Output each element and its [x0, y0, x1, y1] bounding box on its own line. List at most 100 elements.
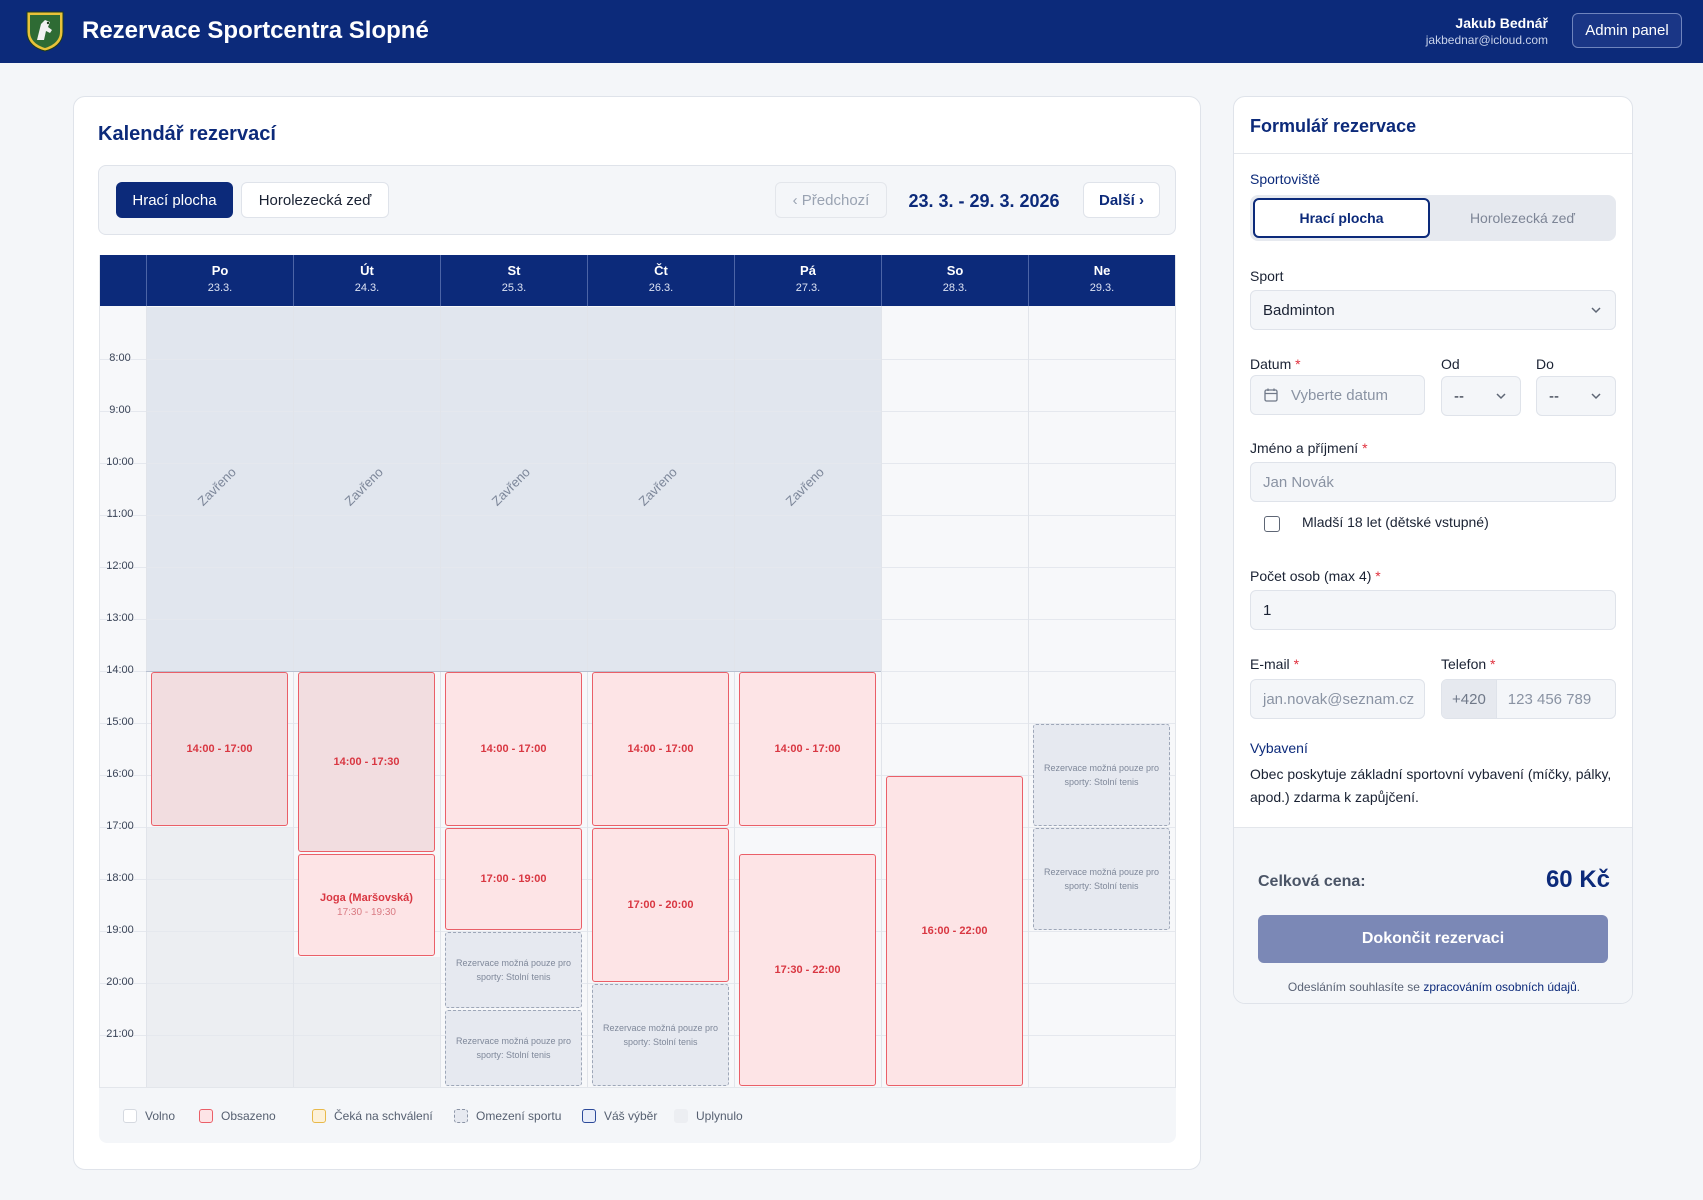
equipment-title: Vybavení: [1250, 740, 1308, 756]
legend-label: Omezení sportu: [476, 1109, 562, 1123]
equipment-text: Obec poskytuje základní sportovní vybave…: [1250, 766, 1612, 805]
day-date: 27.3.: [795, 282, 821, 294]
venue-toggle: Hrací plocha Horolezecká zeď: [1250, 195, 1616, 241]
user-name: Jakub Bednář: [1455, 15, 1548, 31]
legend-label: Obsazeno: [221, 1109, 276, 1123]
legend-swatch: [199, 1109, 213, 1123]
hour-line: [100, 619, 1175, 620]
booking-block[interactable]: 17:30 - 22:00: [739, 854, 876, 1086]
day-header-4: Pá 27.3.: [734, 255, 881, 306]
app-title: Rezervace Sportcentra Slopné: [82, 17, 429, 44]
tab-horolezecka-zed[interactable]: Horolezecká zeď: [241, 182, 389, 218]
calendar-icon: [1264, 388, 1278, 402]
phone-label: Telefon *: [1441, 656, 1496, 672]
booking-block[interactable]: 14:00 - 17:30: [298, 672, 435, 852]
legend-label: Váš výběr: [604, 1109, 658, 1123]
booking-time: 17:30 - 19:30: [337, 907, 396, 918]
email-input[interactable]: jan.novak@seznam.cz: [1250, 679, 1425, 719]
consent-text: Odesláním souhlasíte se zpracováním osob…: [1287, 980, 1581, 994]
email-placeholder: jan.novak@seznam.cz: [1263, 690, 1415, 708]
form-title: Formulář rezervace: [1250, 116, 1417, 136]
venue-label: Sportoviště: [1250, 171, 1321, 187]
time-label: 21:00: [106, 1028, 134, 1040]
phone-prefix: +420: [1442, 680, 1497, 718]
day-header-3: Čt 26.3.: [587, 255, 734, 306]
legend-item: Volno: [123, 1109, 175, 1123]
admin-panel-button[interactable]: Admin panel: [1572, 13, 1682, 48]
past-zone: [293, 957, 440, 1087]
legend-swatch: [674, 1109, 688, 1123]
time-label: 15:00: [106, 716, 134, 728]
to-time-select[interactable]: --: [1536, 376, 1616, 416]
date-picker[interactable]: Vyberte datum: [1250, 375, 1425, 415]
booking-block[interactable]: 14:00 - 17:00: [739, 672, 876, 826]
form-footer: Celková cena: 60 Kč Dokončit rezervaci O…: [1234, 827, 1632, 1003]
legend-item: Váš výběr: [582, 1109, 657, 1123]
legend-item: Omezení sportu: [454, 1109, 561, 1123]
booking-block[interactable]: 17:00 - 20:00: [592, 828, 729, 982]
legend-swatch: [312, 1109, 326, 1123]
venue-option-hraci-plocha[interactable]: Hrací plocha: [1253, 198, 1430, 238]
sport-select-value: Badminton: [1263, 301, 1335, 319]
day-header-2: St 25.3.: [440, 255, 587, 306]
name-input[interactable]: Jan Novák: [1250, 462, 1616, 502]
next-week-button[interactable]: Další ›: [1083, 182, 1160, 218]
time-label: 14:00: [106, 664, 134, 676]
day-header-1: Út 24.3.: [293, 255, 440, 306]
booking-block[interactable]: 14:00 - 17:00: [445, 672, 582, 826]
day-name: Ne: [1093, 263, 1111, 278]
date-label: Datum *: [1250, 356, 1301, 372]
persons-input[interactable]: 1: [1250, 590, 1616, 630]
time-label: 11:00: [106, 508, 134, 520]
from-time-value: --: [1454, 387, 1464, 405]
sport-restriction-block: Rezervace možná pouze pro sporty: Stolní…: [1033, 828, 1170, 930]
time-label: 16:00: [106, 768, 134, 780]
booking-block[interactable]: 14:00 - 17:00: [151, 672, 288, 826]
time-label: 10:00: [106, 456, 134, 468]
name-placeholder: Jan Novák: [1263, 473, 1334, 491]
time-label: 19:00: [106, 924, 134, 936]
booking-block[interactable]: 17:00 - 19:00: [445, 828, 582, 930]
reservation-form-card: Formulář rezervace Sportoviště Hrací plo…: [1233, 96, 1633, 1004]
name-label: Jméno a příjmení *: [1250, 440, 1368, 456]
tab-hraci-plocha[interactable]: Hrací plocha: [116, 182, 233, 218]
phone-input[interactable]: +420 123 456 789: [1441, 679, 1616, 719]
time-label: 18:00: [106, 872, 134, 884]
legend-item: Čeká na schválení: [312, 1109, 433, 1123]
column-line: [1028, 306, 1029, 1087]
booking-block[interactable]: Joga (Maršovská) 17:30 - 19:30: [298, 854, 435, 956]
time-label: 20:00: [106, 976, 134, 988]
calendar-card: Kalendář rezervací Hrací plocha Horoleze…: [73, 96, 1201, 1170]
persons-label: Počet osob (max 4) *: [1250, 568, 1381, 584]
from-time-select[interactable]: --: [1441, 376, 1521, 416]
privacy-link[interactable]: zpracováním osobních údajů: [1423, 980, 1576, 994]
day-name: Po: [211, 263, 229, 278]
hour-line: [100, 463, 1175, 464]
booking-label: 16:00 - 22:00: [921, 925, 988, 937]
booking-block[interactable]: 14:00 - 17:00: [592, 672, 729, 826]
calendar-legend: Volno Obsazeno Čeká na schválení Omezení sp…: [99, 1087, 1176, 1143]
booking-label: 14:00 - 17:00: [186, 743, 253, 755]
booking-block[interactable]: 16:00 - 22:00: [886, 776, 1023, 1086]
under-18-checkbox[interactable]: [1264, 516, 1280, 532]
to-label: Do: [1536, 356, 1554, 372]
day-header-5: So 28.3.: [881, 255, 1028, 306]
venue-option-horolezecka-zed[interactable]: Horolezecká zeď: [1432, 198, 1613, 238]
day-name: St: [507, 263, 521, 278]
column-line: [734, 306, 735, 1087]
legend-item: Uplynulo: [674, 1109, 743, 1123]
complete-reservation-button[interactable]: Dokončit rezervaci: [1258, 915, 1608, 963]
hour-line: [100, 567, 1175, 568]
hour-line: [100, 411, 1175, 412]
hour-line: [100, 359, 1175, 360]
total-price-value: 60 Kč: [1545, 866, 1610, 893]
day-header-6: Ne 29.3.: [1028, 255, 1175, 306]
booking-label: 17:00 - 20:00: [627, 899, 694, 911]
legend-label: Čeká na schválení: [334, 1109, 433, 1123]
day-name: Út: [360, 263, 374, 278]
total-price-label: Celková cena:: [1258, 873, 1366, 890]
time-label: 9:00: [109, 404, 131, 416]
sport-restriction-block: Rezervace možná pouze pro sporty: Stolní…: [445, 1010, 582, 1086]
sport-select[interactable]: Badminton: [1250, 290, 1616, 330]
previous-week-button[interactable]: ‹ Předchozí: [775, 182, 887, 218]
